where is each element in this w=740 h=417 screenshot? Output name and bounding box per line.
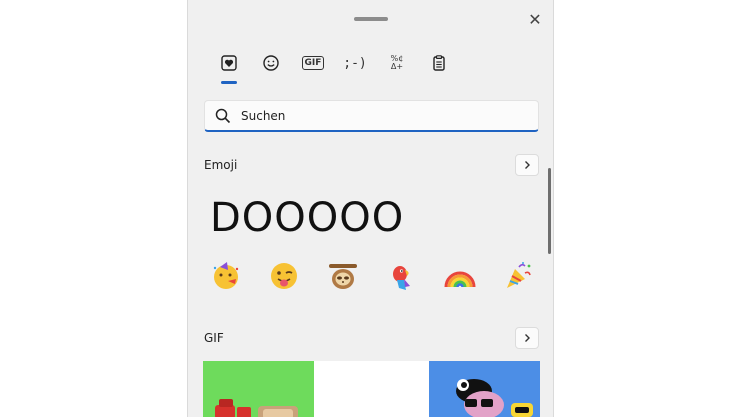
emoji-section-title: Emoji	[204, 158, 238, 172]
emoji-partying-face[interactable]	[204, 258, 248, 294]
gif-section-header: GIF	[204, 326, 539, 350]
gif-thumbnail[interactable]	[203, 361, 314, 417]
emoji-section-header: Emoji	[204, 153, 539, 177]
emoji-party-popper[interactable]	[496, 258, 540, 294]
gif-thumbnail[interactable]	[429, 361, 540, 417]
emoji-more-button[interactable]	[515, 154, 539, 176]
emoji-grid	[204, 258, 540, 294]
search-input[interactable]	[241, 108, 511, 123]
emoji-parrot[interactable]	[379, 258, 423, 294]
chevron-right-icon	[525, 334, 530, 342]
drag-handle[interactable]	[354, 17, 388, 21]
recent-text-item[interactable]: DOOOOO	[210, 195, 404, 241]
smiley-icon	[263, 55, 279, 71]
gif-section-title: GIF	[204, 331, 224, 345]
tab-kaomoji[interactable]: ;-)	[334, 48, 376, 78]
tab-gif[interactable]: GIF	[292, 48, 334, 78]
gif-icon: GIF	[301, 56, 325, 70]
gif-more-button[interactable]	[515, 327, 539, 349]
gif-strip	[203, 361, 540, 417]
close-button[interactable]: ✕	[526, 9, 544, 29]
tab-clipboard[interactable]	[418, 48, 460, 78]
active-tab-indicator	[221, 81, 237, 84]
search-icon	[205, 108, 241, 124]
emoji-rainbow[interactable]	[438, 258, 482, 294]
close-icon: ✕	[528, 9, 542, 29]
clipboard-icon	[433, 55, 445, 71]
gif-thumbnail[interactable]	[314, 361, 429, 417]
chevron-right-icon	[525, 161, 530, 169]
kaomoji-icon: ;-)	[343, 55, 367, 71]
scrollbar-thumb[interactable]	[548, 168, 551, 254]
emoji-panel: ✕ GIF ;-) %¢ Δ+ Suchen Emoji DOOOOO GIF	[187, 0, 554, 417]
category-tabs: GIF ;-) %¢ Δ+	[208, 48, 460, 84]
emoji-winking-tongue-face[interactable]	[262, 258, 306, 294]
emoji-sloth[interactable]	[321, 258, 365, 294]
heart-in-box-icon	[221, 55, 237, 71]
tab-emoji[interactable]	[250, 48, 292, 78]
search-field[interactable]	[204, 100, 539, 132]
symbols-icon: %¢ Δ+	[390, 54, 404, 71]
tab-symbols[interactable]: %¢ Δ+	[376, 48, 418, 78]
tab-favorites[interactable]	[208, 48, 250, 84]
